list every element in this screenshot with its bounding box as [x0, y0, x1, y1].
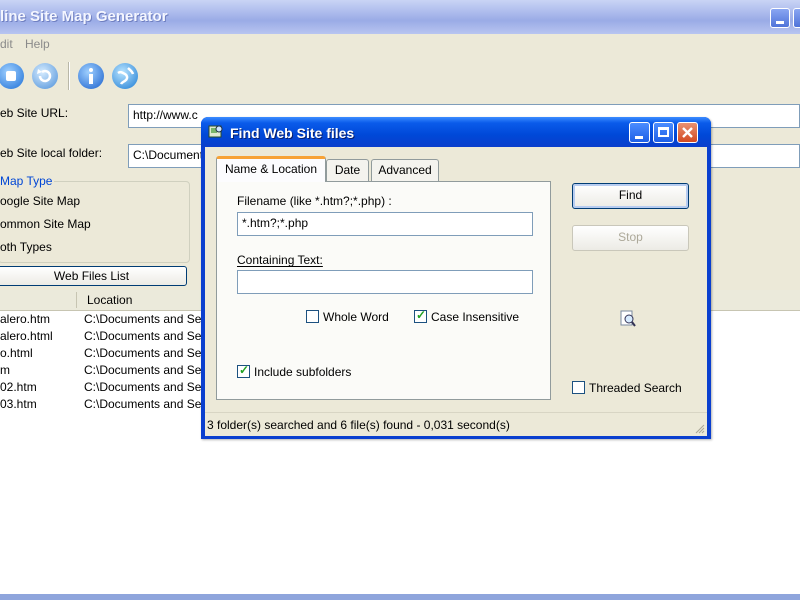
filename-input[interactable]: *.htm?;*.php — [237, 212, 533, 236]
threaded-search-checkbox[interactable] — [572, 381, 585, 394]
file-location: C:\Documents and Se — [84, 363, 202, 377]
include-subfolders-label[interactable]: Include subfolders — [254, 365, 351, 379]
search-files-icon — [208, 125, 223, 138]
dialog-title-bar[interactable]: Find Web Site files — [201, 117, 711, 147]
search-animation-icon — [620, 310, 636, 327]
minimize-icon[interactable] — [629, 122, 650, 143]
case-insensitive-checkbox[interactable]: ✓ — [414, 308, 427, 323]
dialog-body: Name & Location Date Advanced Filename (… — [205, 147, 707, 436]
maximize-icon[interactable] — [793, 8, 800, 28]
web-files-list-button[interactable]: Web Files List — [0, 266, 187, 286]
file-location: C:\Documents and Se — [84, 397, 202, 411]
radio-common-site-map[interactable]: ommon Site Map — [0, 217, 91, 231]
file-location: C:\Documents and Se — [84, 380, 202, 394]
file-name: m — [0, 363, 10, 377]
file-location: C:\Documents and Se — [84, 329, 202, 343]
main-title-bar[interactable]: line Site Map Generator — [0, 0, 800, 34]
menu-bar: dit Help — [0, 34, 800, 54]
url-label: eb Site URL: — [0, 106, 69, 120]
map-type-label: Map Type — [0, 174, 55, 188]
menu-help[interactable]: Help — [25, 37, 50, 51]
tab-advanced[interactable]: Advanced — [371, 159, 439, 181]
checkmark-icon: ✓ — [416, 308, 427, 322]
minimize-icon[interactable] — [770, 8, 790, 28]
tab-panel: Filename (like *.htm?;*.php) : *.htm?;*.… — [216, 181, 551, 400]
filename-label: Filename (like *.htm?;*.php) : — [237, 194, 392, 208]
dialog-title: Find Web Site files — [230, 125, 355, 141]
whole-word-label[interactable]: Whole Word — [323, 310, 389, 324]
stop-icon[interactable] — [0, 63, 24, 89]
file-location: C:\Documents and Se — [84, 346, 202, 360]
radio-both-types[interactable]: oth Types — [0, 240, 52, 254]
toolbar-separator — [68, 62, 70, 90]
find-web-site-files-dialog: Find Web Site files Name & Location Date… — [201, 117, 711, 439]
whole-word-checkbox[interactable] — [306, 310, 319, 323]
globe-icon[interactable] — [112, 63, 138, 89]
info-icon[interactable] — [78, 63, 104, 89]
tab-date[interactable]: Date — [326, 159, 369, 181]
threaded-search-label[interactable]: Threaded Search — [589, 381, 682, 395]
tab-name-location[interactable]: Name & Location — [216, 156, 326, 182]
include-subfolders-checkbox[interactable]: ✓ — [237, 363, 250, 378]
file-name: o.html — [0, 346, 33, 360]
find-button[interactable]: Find — [572, 183, 689, 209]
resize-grip-icon[interactable] — [695, 424, 705, 434]
dialog-status-bar: 3 folder(s) searched and 6 file(s) found… — [205, 412, 707, 436]
containing-text-input[interactable] — [237, 270, 533, 294]
stop-button[interactable]: Stop — [572, 225, 689, 251]
menu-edit[interactable]: dit — [0, 37, 13, 51]
toolbar — [0, 54, 800, 99]
refresh-icon[interactable] — [32, 63, 58, 89]
column-header-location[interactable]: Location — [87, 293, 132, 307]
case-insensitive-label[interactable]: Case Insensitive — [431, 310, 519, 324]
close-icon[interactable] — [677, 122, 698, 143]
folder-label: eb Site local folder: — [0, 146, 103, 160]
file-name: 02.htm — [0, 380, 37, 394]
maximize-icon[interactable] — [653, 122, 674, 143]
checkmark-icon: ✓ — [239, 363, 250, 377]
search-status-text: 3 folder(s) searched and 6 file(s) found… — [207, 418, 510, 432]
column-divider[interactable] — [76, 292, 77, 308]
file-location: C:\Documents and Se — [84, 312, 202, 326]
radio-google-site-map[interactable]: oogle Site Map — [0, 194, 80, 208]
file-name: alero.html — [0, 329, 53, 343]
window-bottom-border — [0, 594, 800, 600]
file-name: alero.htm — [0, 312, 51, 326]
main-window-title: line Site Map Generator — [0, 8, 168, 25]
containing-text-label: Containing Text: — [237, 253, 323, 267]
file-name: 03.htm — [0, 397, 37, 411]
